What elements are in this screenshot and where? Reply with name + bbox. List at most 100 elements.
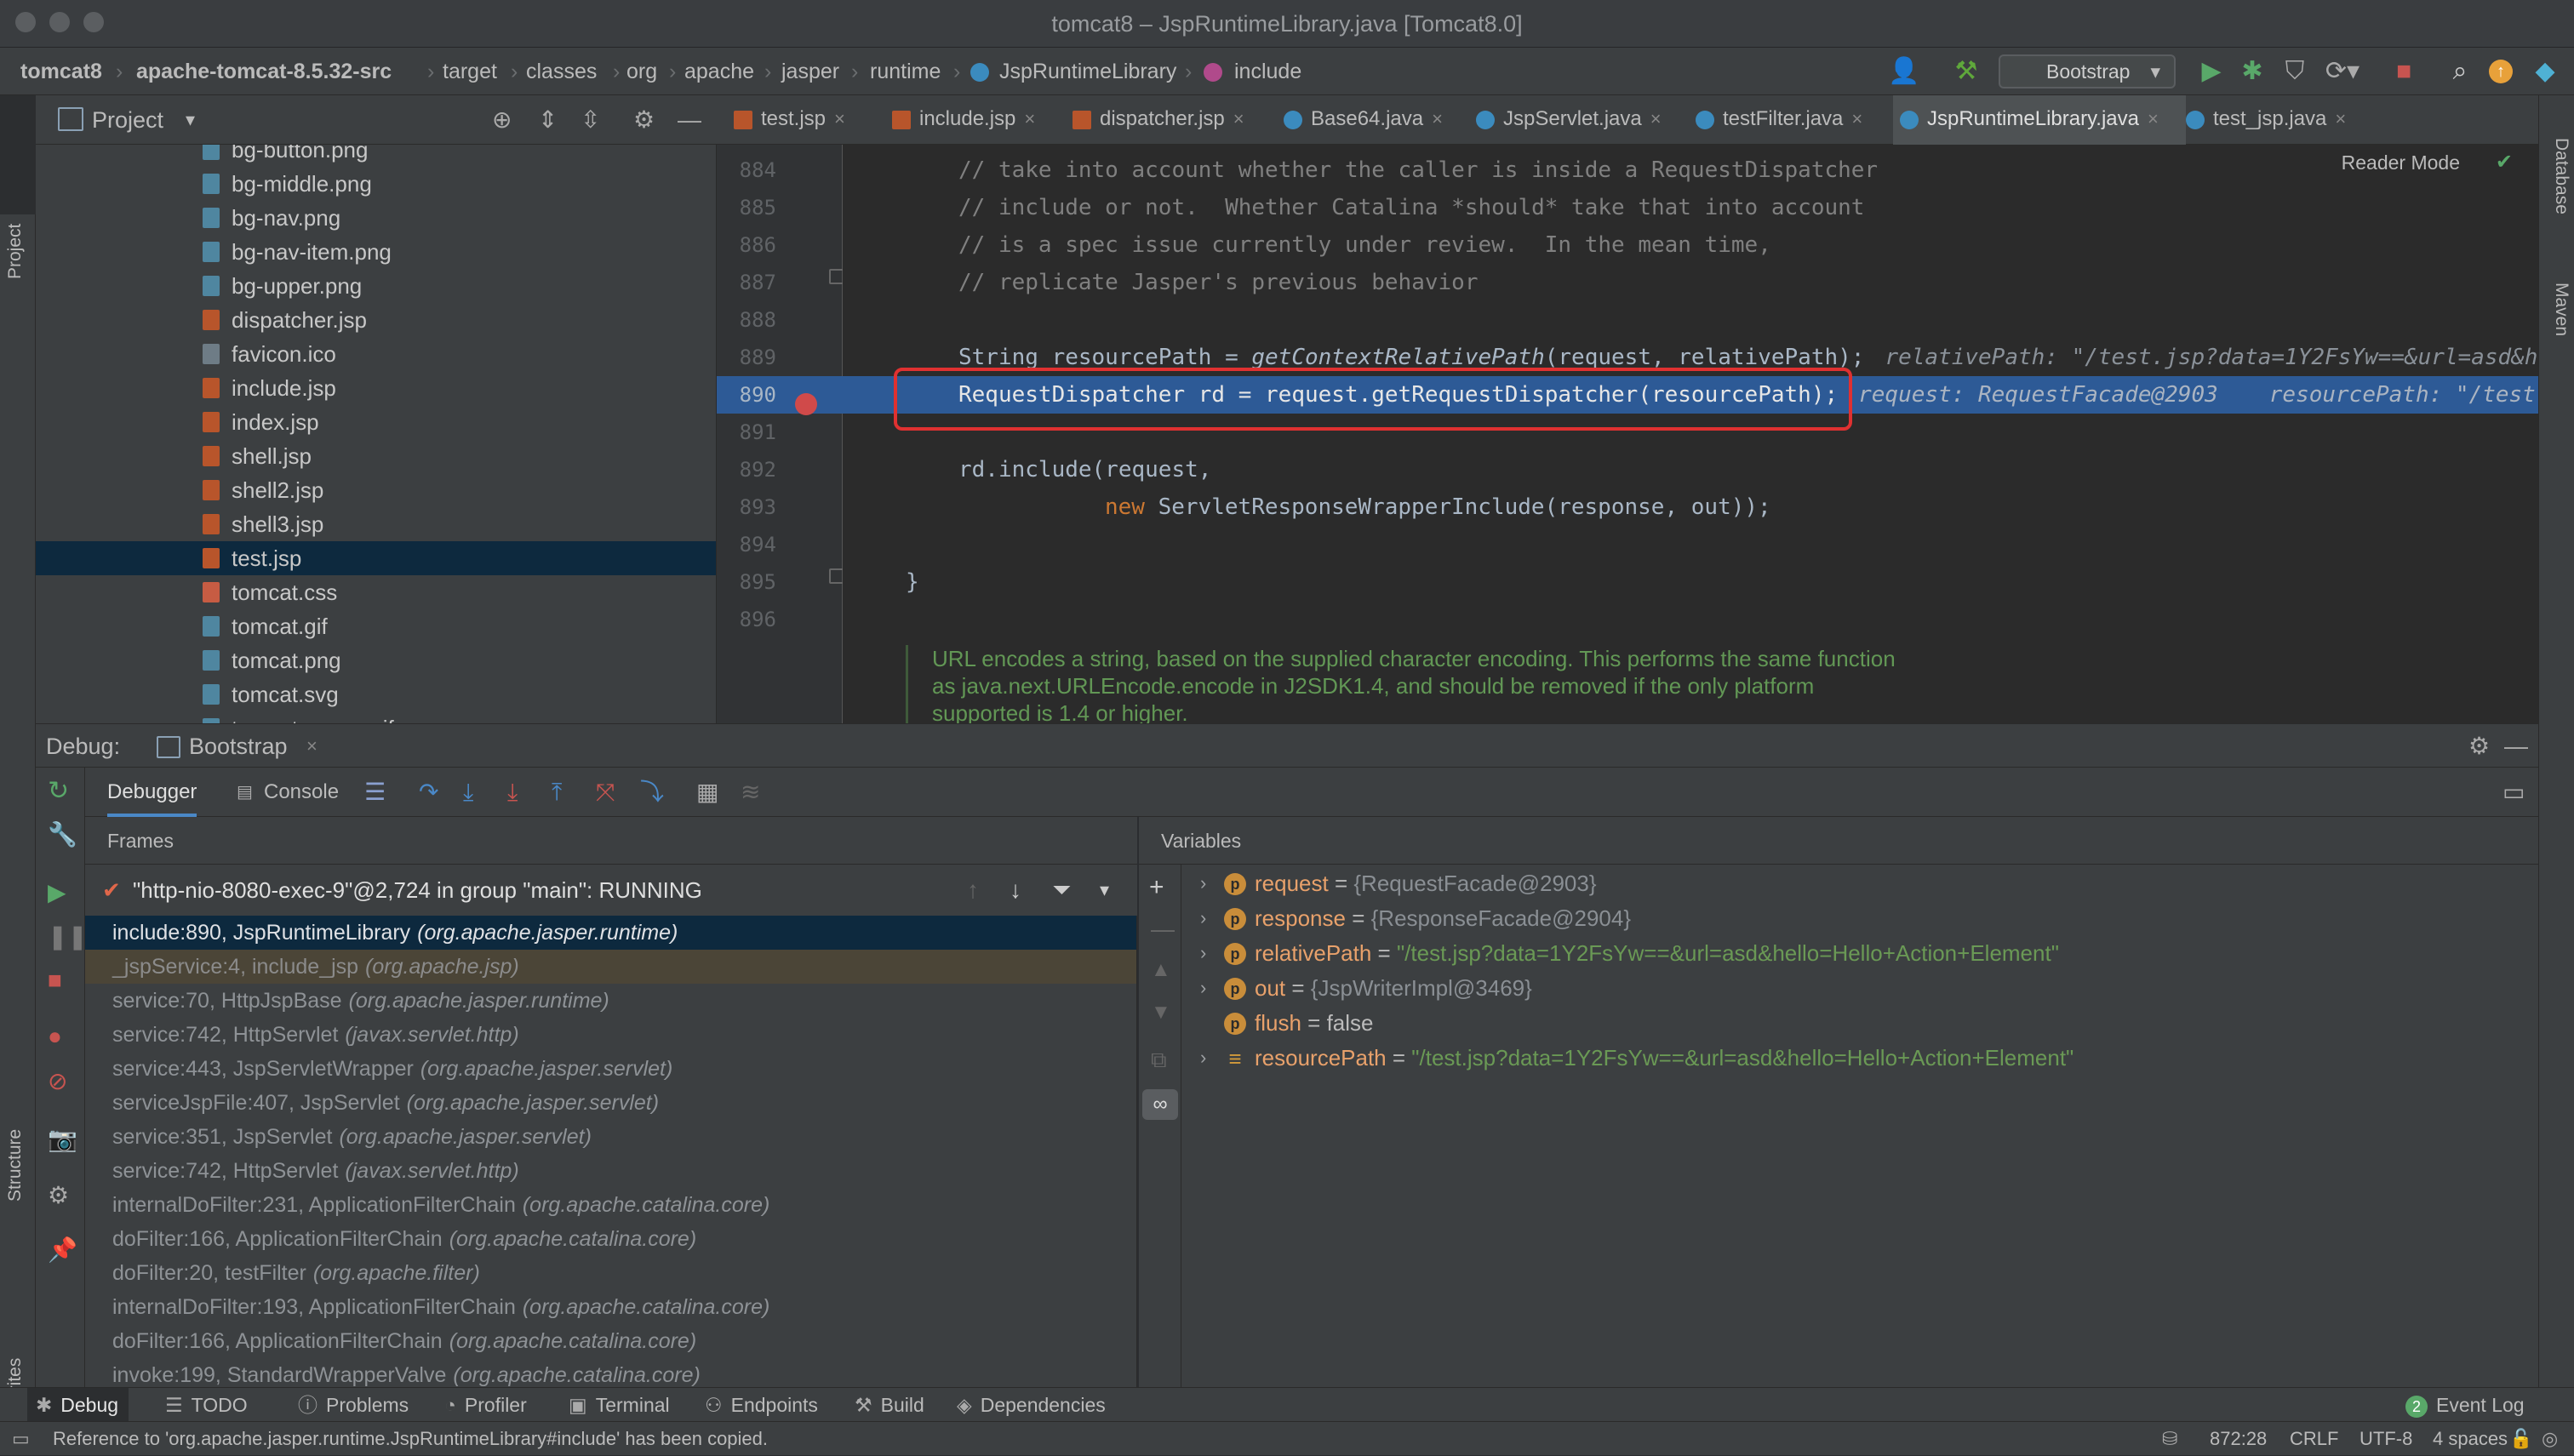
hide-panel-icon[interactable]: — <box>2504 724 2528 768</box>
trace-icon[interactable]: ≋ <box>741 768 760 817</box>
stack-frame[interactable]: doFilter:166, ApplicationFilterChain (org… <box>85 1222 1136 1256</box>
editor-tab[interactable]: Base64.java × <box>1277 95 1476 145</box>
mute-breakpoints-icon[interactable]: ⊘ <box>48 1067 67 1095</box>
stack-frame[interactable]: serviceJspFile:407, JspServlet (org.apach… <box>85 1086 1136 1120</box>
breadcrumb-item[interactable]: JspRuntimeLibrary <box>999 48 1176 95</box>
close-icon[interactable]: × <box>834 108 845 129</box>
project-file-item[interactable]: shell2.jsp <box>36 473 716 507</box>
filter-icon[interactable]: ⏷ <box>1052 865 1071 916</box>
memory-icon[interactable]: ⛁ <box>2162 1422 2177 1456</box>
lock-icon[interactable]: 🔓 <box>2509 1422 2532 1456</box>
editor-gutter[interactable]: 884 885 886 887 888 889 890 891 892 893 894 895 896 <box>717 145 844 723</box>
breadcrumb-item[interactable]: include <box>1234 48 1301 95</box>
tool-window-button[interactable]: ▣ Terminal <box>560 1388 680 1422</box>
tool-window-button[interactable]: ✱ Debug <box>27 1388 129 1422</box>
editor-tab[interactable]: test.jsp × <box>727 95 892 145</box>
variable-row[interactable]: › p relativePath = "/test.jsp?data=1Y2FsYw… <box>1181 936 2538 970</box>
stack-frame[interactable]: service:70, HttpJspBase (org.apache.jaspe… <box>85 984 1136 1018</box>
project-file-item[interactable]: test.jsp <box>36 541 716 575</box>
project-file-item[interactable]: bg-upper.png <box>36 269 716 303</box>
gear-icon[interactable]: ⚙ <box>48 1181 69 1209</box>
event-log-button[interactable]: 2 Event Log <box>2405 1388 2525 1422</box>
project-file-item[interactable]: shell3.jsp <box>36 507 716 541</box>
plugin-icon[interactable]: ◆ <box>2528 56 2562 87</box>
tool-window-button[interactable]: ☰ TODO <box>157 1388 258 1422</box>
breadcrumb-item[interactable]: org <box>626 48 657 95</box>
project-file-item[interactable]: favicon.ico <box>36 337 716 371</box>
move-down-icon[interactable]: ▼ <box>1151 1001 1171 1025</box>
variable-row[interactable]: › p response = {ResponseFacade@2904} <box>1181 901 2538 935</box>
hide-panel-icon[interactable]: — <box>678 95 701 145</box>
stack-frame[interactable]: doFilter:166, ApplicationFilterChain (org… <box>85 1324 1136 1358</box>
code-editor[interactable]: Reader Mode ✔ // take into account wheth… <box>843 145 2538 723</box>
close-icon[interactable]: × <box>2335 108 2346 129</box>
breadcrumb-item[interactable]: classes <box>526 48 597 95</box>
tool-window-button[interactable]: ⚒ Build <box>846 1388 935 1422</box>
chevron-down-icon[interactable]: ▾ <box>1100 865 1109 916</box>
close-icon[interactable]: × <box>1233 108 1244 129</box>
variable-row[interactable]: › p out = {JspWriterImpl@3469} <box>1181 971 2538 1005</box>
project-file-item[interactable]: tomcat.png <box>36 643 716 677</box>
editor-tab[interactable]: test_jsp.java × <box>2179 95 2370 145</box>
breadcrumb-item[interactable]: jasper <box>781 48 839 95</box>
pin-icon[interactable]: 📌 <box>48 1236 77 1264</box>
project-file-item[interactable]: bg-nav.png <box>36 201 716 235</box>
stack-frame[interactable]: internalDoFilter:231, ApplicationFilterC… <box>85 1188 1136 1222</box>
maven-tool-button[interactable]: Maven <box>2551 283 2571 336</box>
editor-tab[interactable]: include.jsp × <box>885 95 1072 145</box>
debug-icon[interactable]: ✱ <box>2235 56 2269 87</box>
expand-arrow-icon[interactable]: › <box>1200 971 1206 1005</box>
user-icon[interactable]: 👤▾ <box>1883 56 1925 116</box>
structure-tool-button[interactable]: Structure <box>5 1129 26 1202</box>
indent-setting[interactable]: 4 spaces <box>2433 1422 2508 1456</box>
search-icon[interactable]: ⌕ <box>2443 56 2477 87</box>
project-file-item[interactable]: include.jsp <box>36 371 716 405</box>
resume-icon[interactable]: ▶ <box>48 878 66 906</box>
editor-tab[interactable]: testFilter.java × <box>1689 95 1900 145</box>
project-file-item[interactable]: bg-button.png <box>36 145 716 167</box>
stack-frame[interactable]: service:443, JspServletWrapper (org.apach… <box>85 1052 1136 1086</box>
project-file-item[interactable]: tomcat-power.gif <box>36 711 716 723</box>
run-icon[interactable]: ▶ <box>2194 56 2228 87</box>
camera-icon[interactable]: 📷 <box>48 1125 77 1153</box>
collapse-all-icon[interactable]: ⇳ <box>581 95 600 145</box>
tool-window-button[interactable]: ◔ Profiler <box>436 1388 537 1422</box>
add-watch-icon[interactable]: + <box>1149 873 1164 902</box>
stack-frame[interactable]: internalDoFilter:193, ApplicationFilterC… <box>85 1290 1136 1324</box>
project-file-item[interactable]: tomcat.gif <box>36 609 716 643</box>
project-file-item[interactable]: tomcat.svg <box>36 677 716 711</box>
debugger-tab[interactable]: Debugger <box>107 768 197 817</box>
locate-icon[interactable]: ⊕ <box>492 95 512 145</box>
stack-frame[interactable]: service:742, HttpServlet (javax.servlet.h… <box>85 1018 1136 1052</box>
gear-icon[interactable]: ⚙ <box>2468 724 2490 768</box>
expand-arrow-icon[interactable]: › <box>1200 901 1206 935</box>
arrow-up-icon[interactable]: ↑ <box>967 865 979 916</box>
breadcrumb-item[interactable]: target <box>443 48 497 95</box>
project-file-item[interactable]: bg-nav-item.png <box>36 235 716 269</box>
stop-icon[interactable]: ■ <box>48 967 62 994</box>
stop-icon[interactable]: ■ <box>2387 56 2421 87</box>
project-file-item[interactable]: tomcat.css <box>36 575 716 609</box>
stack-frame[interactable]: doFilter:20, testFilter (org.apache.filte… <box>85 1256 1136 1290</box>
run-configuration-select[interactable]: Bootstrap ▾ <box>1999 54 2176 89</box>
debug-session-tab[interactable]: Bootstrap <box>189 724 288 768</box>
tool-window-button[interactable]: ◈ Dependencies <box>948 1388 1116 1422</box>
editor-tab[interactable]: JspRuntimeLibrary.java × <box>1893 95 2186 148</box>
profile-icon[interactable]: ⟳▾ <box>2319 56 2366 87</box>
breadcrumb-item[interactable]: apache <box>684 48 754 95</box>
breadcrumb-item[interactable]: apache-tomcat-8.5.32-src <box>136 48 392 95</box>
caret-position[interactable]: 872:28 <box>2210 1422 2267 1456</box>
breadcrumb-item[interactable]: runtime <box>870 48 941 95</box>
layout-icon[interactable]: ▭ <box>12 1422 32 1456</box>
stack-frame[interactable]: service:742, HttpServlet (javax.servlet.h… <box>85 1154 1136 1188</box>
view-breakpoints-icon[interactable]: ● <box>48 1023 62 1050</box>
move-up-icon[interactable]: ▲ <box>1151 958 1171 982</box>
expand-arrow-icon[interactable]: › <box>1200 1041 1206 1075</box>
breadcrumb-item[interactable]: tomcat8 <box>20 48 102 95</box>
coverage-icon[interactable]: ⛉ <box>2278 56 2312 87</box>
project-tool-button[interactable]: Project <box>5 224 26 279</box>
tool-window-button[interactable]: ⚇ Endpoints <box>696 1388 828 1422</box>
force-step-into-icon[interactable]: ⤓ <box>507 768 518 817</box>
rerun-icon[interactable]: ↻ <box>48 776 69 806</box>
layout-settings-icon[interactable]: ▭ <box>2502 768 2525 817</box>
